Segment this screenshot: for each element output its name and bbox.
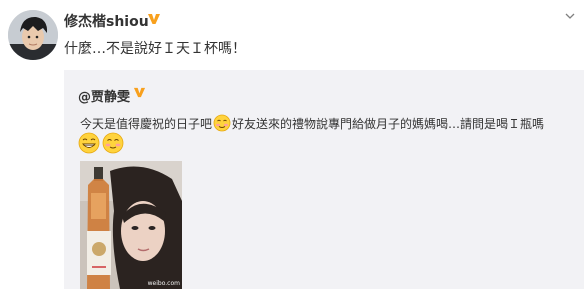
repost-text-start: 今天是值得慶祝的日子吧 [80, 116, 213, 131]
user-avatar[interactable] [8, 10, 58, 60]
repost-text-end: 好友送來的禮物說專門給做月子的媽媽喝…請問是喝Ｉ瓶嗎 [232, 116, 545, 131]
shy-face-emoji-icon [213, 114, 231, 132]
repost-card: @贾静雯 今天是值得慶祝的日子吧 好友送來的禮物說專門給做月子的媽媽喝…請問是喝… [64, 70, 584, 289]
post-text: 什麼…不是說好Ｉ天Ｉ杯嗎！ [64, 41, 246, 57]
verified-v-badge-icon [148, 14, 160, 24]
chevron-down-icon[interactable] [564, 10, 576, 22]
shy-face-emoji-icon [102, 132, 124, 154]
emoji-row [78, 132, 124, 154]
repost-text: 今天是值得慶祝的日子吧 好友送來的禮物說專門給做月子的媽媽喝…請問是喝Ｉ瓶嗎 [80, 114, 544, 132]
image-watermark: weibo.com [147, 280, 180, 287]
repost-photo[interactable]: weibo.com [80, 161, 182, 289]
post-author-name[interactable]: 修杰楷shiou [64, 11, 149, 31]
verified-v-badge-icon [133, 87, 146, 98]
grin-face-emoji-icon [78, 132, 100, 154]
repost-author-link[interactable]: @贾静雯 [78, 86, 130, 105]
